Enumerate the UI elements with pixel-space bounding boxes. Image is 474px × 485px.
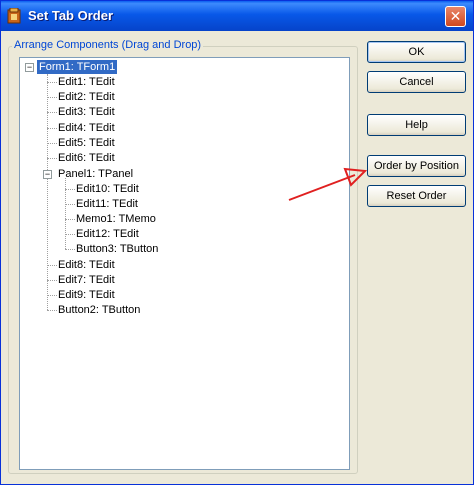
- tree-line: [47, 97, 57, 98]
- collapse-form1-icon[interactable]: −: [25, 63, 34, 72]
- tree-node-panel1[interactable]: Panel1: TPanel: [58, 167, 133, 181]
- close-icon: ✕: [449, 8, 462, 24]
- window-title: Set Tab Order: [28, 8, 114, 23]
- tree-line: [47, 82, 57, 83]
- tree-line: [65, 234, 75, 235]
- tree-line: [47, 295, 57, 296]
- tree-node-memo1[interactable]: Memo1: TMemo: [76, 212, 156, 226]
- tree-node-edit3[interactable]: Edit3: TEdit: [58, 105, 115, 119]
- tree-node-button3[interactable]: Button3: TButton: [76, 242, 158, 256]
- ok-button[interactable]: OK: [367, 41, 466, 63]
- component-tree[interactable]: − − Form1: TForm1 Edit1: TEdit Edit2: TE…: [19, 57, 350, 470]
- set-tab-order-dialog: Set Tab Order ✕ Arrange Components (Drag…: [0, 0, 474, 485]
- tree-line: [65, 204, 75, 205]
- tree-line: [65, 189, 75, 190]
- order-by-position-button[interactable]: Order by Position: [367, 155, 466, 177]
- close-button[interactable]: ✕: [445, 6, 466, 27]
- tree-line: [47, 280, 57, 281]
- tree-line: [47, 143, 57, 144]
- tree-line: [47, 265, 57, 266]
- annotation-arrow: [288, 167, 368, 201]
- tree-line: [47, 128, 57, 129]
- tree-node-edit2[interactable]: Edit2: TEdit: [58, 90, 115, 104]
- reset-order-button[interactable]: Reset Order: [367, 185, 466, 207]
- tree-node-button2[interactable]: Button2: TButton: [58, 303, 140, 317]
- app-icon: [7, 8, 21, 24]
- tree-line: [47, 158, 57, 159]
- tree-line: [65, 219, 75, 220]
- tree-node-edit7[interactable]: Edit7: TEdit: [58, 273, 115, 287]
- tree-node-edit4[interactable]: Edit4: TEdit: [58, 121, 115, 135]
- tree-node-edit6[interactable]: Edit6: TEdit: [58, 151, 115, 165]
- collapse-panel1-icon[interactable]: −: [43, 170, 52, 179]
- tree-node-edit12[interactable]: Edit12: TEdit: [76, 227, 139, 241]
- tree-node-edit1[interactable]: Edit1: TEdit: [58, 75, 115, 89]
- tree-node-edit11[interactable]: Edit11: TEdit: [76, 197, 138, 211]
- group-label: Arrange Components (Drag and Drop): [12, 39, 204, 51]
- tree-node-edit5[interactable]: Edit5: TEdit: [58, 136, 115, 150]
- help-button[interactable]: Help: [367, 114, 466, 136]
- tree-line: [47, 74, 48, 310]
- cancel-button[interactable]: Cancel: [367, 71, 466, 93]
- tree-node-edit8[interactable]: Edit8: TEdit: [58, 258, 115, 272]
- tree-line: [65, 249, 75, 250]
- tree-node-form1[interactable]: Form1: TForm1: [37, 60, 118, 74]
- tree-node-edit10[interactable]: Edit10: TEdit: [76, 182, 139, 196]
- tree-line: [47, 310, 57, 311]
- tree-node-edit9[interactable]: Edit9: TEdit: [58, 288, 115, 302]
- title-bar[interactable]: Set Tab Order ✕: [1, 1, 473, 31]
- tree-line: [47, 112, 57, 113]
